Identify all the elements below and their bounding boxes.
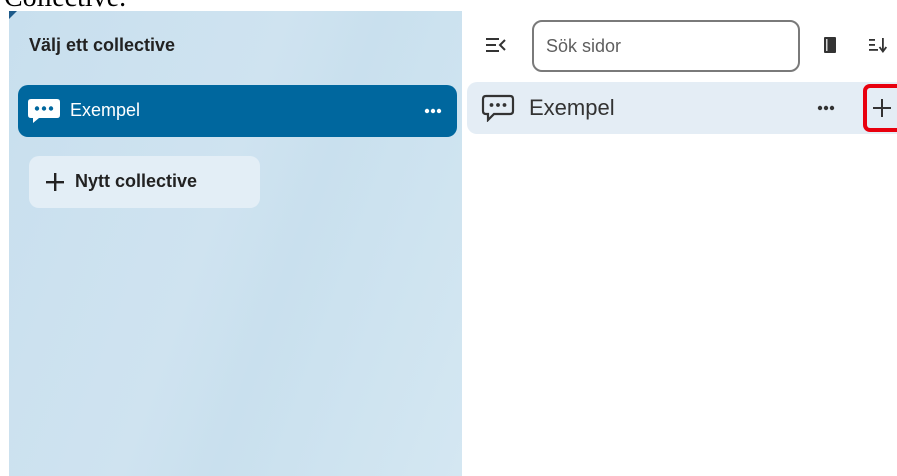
book-icon [824, 37, 836, 53]
plus-icon [873, 99, 891, 117]
speech-bubble-icon [27, 98, 61, 124]
sort-pages-button[interactable] [866, 33, 890, 57]
speech-bubble-outline-icon [481, 94, 515, 123]
collective-item-label: Exempel [70, 100, 141, 120]
sidebar-heading: Välj ett collective [29, 35, 176, 55]
more-horizontal-icon [424, 108, 442, 114]
show-templates-button[interactable] [818, 33, 842, 57]
new-collective-label: Nytt collective [75, 171, 198, 191]
sort-descending-icon [869, 38, 887, 53]
page-row-exempel[interactable]: Exempel [467, 82, 897, 134]
menu-collapse-icon [486, 38, 506, 52]
collective-more-button[interactable] [417, 95, 449, 127]
toggle-navigation-button[interactable] [484, 33, 508, 57]
plus-icon [45, 172, 65, 192]
collectives-sidebar: Välj ett collective Exempel Nytt collect… [9, 11, 462, 476]
collective-item-exempel[interactable]: Exempel [18, 85, 457, 137]
corner-mark [9, 11, 17, 19]
more-horizontal-icon [817, 105, 835, 111]
page-row-label: Exempel [529, 95, 615, 120]
search-pages-field[interactable] [532, 20, 800, 72]
add-page-button[interactable] [863, 84, 897, 132]
search-pages-input[interactable] [546, 30, 786, 62]
page-more-button[interactable] [810, 92, 842, 124]
new-collective-button[interactable]: Nytt collective [29, 156, 260, 208]
